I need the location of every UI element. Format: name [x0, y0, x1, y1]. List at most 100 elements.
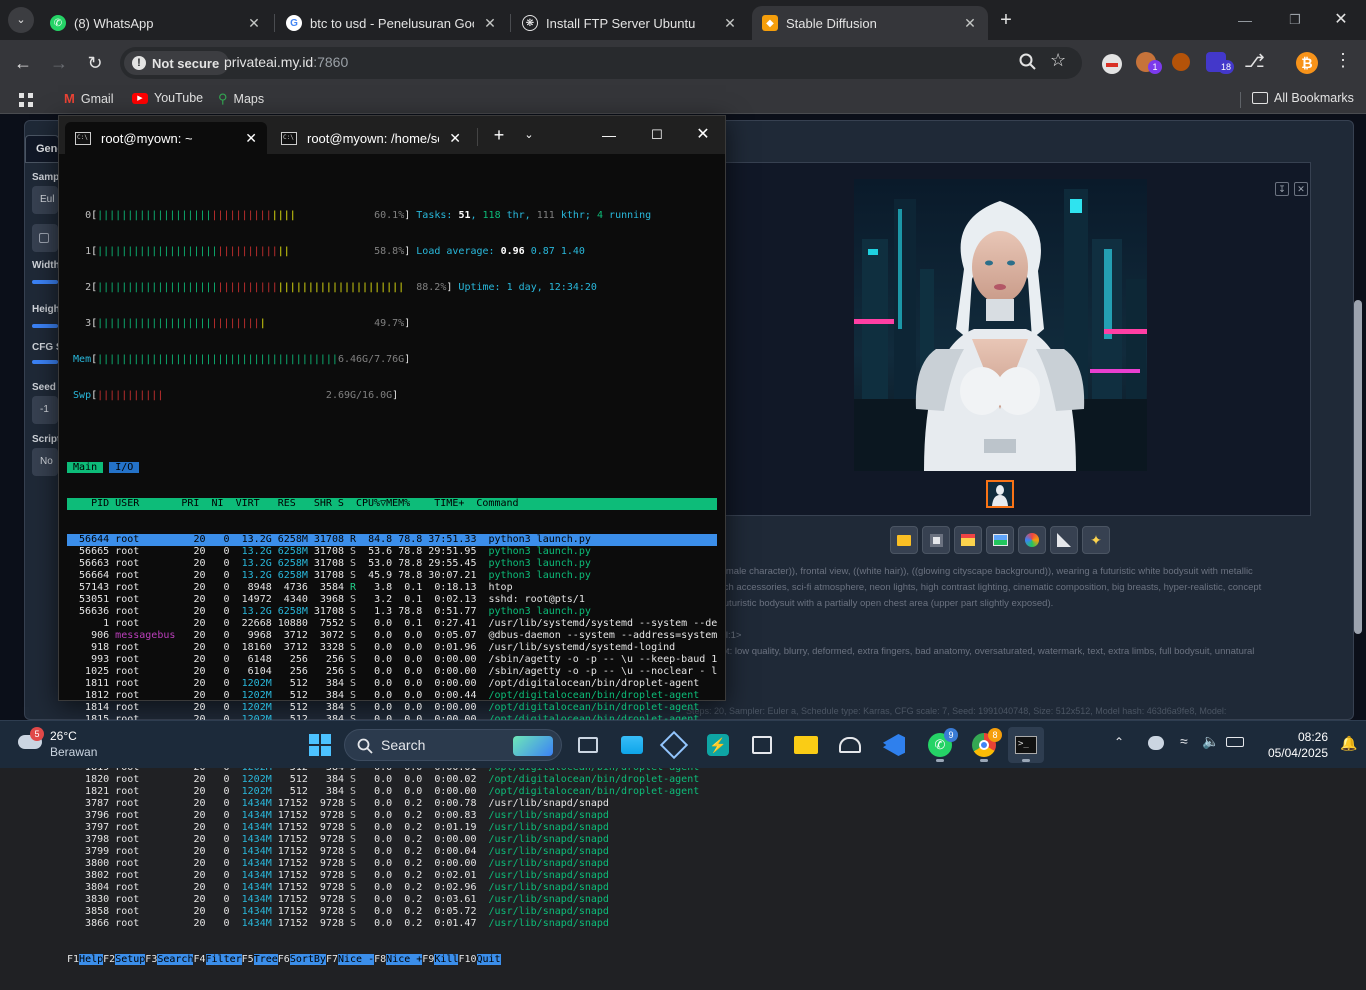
process-row[interactable]: 1812 root 20 0 1202M 512 384 S 0.0 0.0 0…: [67, 690, 717, 702]
tray-app-icon[interactable]: [1148, 736, 1164, 750]
process-row[interactable]: 3830 root 20 0 1434M 17152 9728 S 0.0 0.…: [67, 894, 717, 906]
generation-tab[interactable]: Gene: [25, 135, 64, 163]
apps-grid-icon[interactable]: [18, 92, 34, 108]
save-button[interactable]: [922, 526, 950, 554]
function-key[interactable]: F5: [242, 954, 254, 965]
send-to-extras-button[interactable]: [1050, 526, 1078, 554]
process-row[interactable]: 56663 root 20 0 13.2G 6258M 31708 S 53.0…: [67, 558, 717, 570]
process-row[interactable]: 1820 root 20 0 1202M 512 384 S 0.0 0.0 0…: [67, 774, 717, 786]
forward-arrow-icon[interactable]: →: [46, 50, 72, 76]
send-to-img2img-button[interactable]: [986, 526, 1014, 554]
terminal-maximize-button[interactable]: ☐: [645, 124, 669, 146]
function-key[interactable]: F2: [103, 954, 115, 965]
generated-image[interactable]: [854, 179, 1147, 471]
sampler-select[interactable]: Eul: [32, 186, 58, 214]
photos-app[interactable]: [614, 727, 650, 763]
new-tab-button[interactable]: +: [994, 8, 1018, 32]
function-key[interactable]: F10: [458, 954, 476, 965]
close-icon[interactable]: ✕: [246, 15, 262, 32]
task-view-button[interactable]: [570, 727, 606, 763]
close-icon[interactable]: ✕: [962, 15, 978, 32]
function-key[interactable]: F9: [422, 954, 434, 965]
terminal-app[interactable]: >_: [1008, 727, 1044, 763]
htop-tab-io[interactable]: I/O: [109, 462, 140, 473]
whatsapp-app[interactable]: ✆ 9: [922, 727, 958, 763]
extension-cookie2-icon[interactable]: [1172, 53, 1190, 71]
maximize-button[interactable]: ❐: [1280, 8, 1310, 32]
sparkle-button[interactable]: ✦: [1082, 526, 1110, 554]
process-row[interactable]: 3804 root 20 0 1434M 17152 9728 S 0.0 0.…: [67, 882, 717, 894]
notification-bell-icon[interactable]: 🔔: [1340, 735, 1357, 752]
back-arrow-icon[interactable]: ←: [10, 50, 36, 76]
browser-tab-google[interactable]: G btc to usd - Penelusuran Google ✕: [276, 6, 508, 40]
close-icon[interactable]: ✕: [449, 130, 461, 147]
bolt-app[interactable]: ⚡: [700, 727, 736, 763]
vscode-app[interactable]: [876, 727, 912, 763]
process-row[interactable]: 3802 root 20 0 1434M 17152 9728 S 0.0 0.…: [67, 870, 717, 882]
htop-output[interactable]: 0[||||||||||||||||||||||||||||||||| 60.1…: [67, 174, 717, 990]
close-icon[interactable]: ✕: [245, 130, 257, 147]
height-slider[interactable]: [32, 324, 58, 328]
new-terminal-tab-button[interactable]: +: [487, 124, 511, 146]
process-row[interactable]: 56665 root 20 0 13.2G 6258M 31708 S 53.6…: [67, 546, 717, 558]
open-folder-button[interactable]: [890, 526, 918, 554]
hires-checkbox[interactable]: [32, 224, 58, 252]
process-row[interactable]: 906 messagebus 20 0 9968 3712 3072 S 0.0…: [67, 630, 717, 642]
bookmark-maps[interactable]: ⚲ Maps: [218, 91, 264, 107]
process-row[interactable]: 3796 root 20 0 1434M 17152 9728 S 0.0 0.…: [67, 810, 717, 822]
battery-icon[interactable]: [1226, 737, 1244, 747]
network-app[interactable]: [744, 727, 780, 763]
address-bar[interactable]: ! Not secure privateai.my.id:7860 ☆: [120, 47, 1082, 79]
zoom-search-icon[interactable]: [1018, 52, 1038, 72]
zip-button[interactable]: [954, 526, 982, 554]
function-key[interactable]: F3: [145, 954, 157, 965]
terminal-close-button[interactable]: ✕: [691, 124, 715, 146]
bookmark-gmail[interactable]: M Gmail: [64, 91, 114, 106]
process-row[interactable]: 56644 root 20 0 13.2G 6258M 31708 R 84.8…: [67, 534, 717, 546]
virtualbox-app[interactable]: [656, 727, 692, 763]
close-window-button[interactable]: ✕: [1326, 8, 1356, 32]
process-row[interactable]: 3798 root 20 0 1434M 17152 9728 S 0.0 0.…: [67, 834, 717, 846]
browser-tab-stable-diffusion[interactable]: ◆ Stable Diffusion ✕: [752, 6, 988, 40]
process-row[interactable]: 56636 root 20 0 13.2G 6258M 31708 S 1.3 …: [67, 606, 717, 618]
process-row[interactable]: 57143 root 20 0 8948 4736 3584 R 3.8 0.1…: [67, 582, 717, 594]
process-table-header[interactable]: PID USER PRI NI VIRT RES SHR S CPU%▽MEM%…: [67, 498, 717, 510]
chrome-menu-icon[interactable]: ⋮: [1334, 50, 1352, 71]
chrome-app[interactable]: 8: [966, 727, 1002, 763]
script-select[interactable]: No: [32, 448, 58, 476]
start-button[interactable]: [302, 727, 338, 763]
minimize-button[interactable]: —: [1230, 8, 1260, 32]
cfg-scale-slider[interactable]: [32, 360, 58, 364]
extension-puzzle-badge-icon[interactable]: 18: [1206, 52, 1234, 74]
process-row[interactable]: 1821 root 20 0 1202M 512 384 S 0.0 0.0 0…: [67, 786, 717, 798]
process-row[interactable]: 56664 root 20 0 13.2G 6258M 31708 S 45.9…: [67, 570, 717, 582]
extension-cookie-icon[interactable]: 1: [1136, 52, 1162, 74]
clock[interactable]: 08:26 05/04/2025: [1256, 729, 1328, 761]
process-row[interactable]: 3858 root 20 0 1434M 17152 9728 S 0.0 0.…: [67, 906, 717, 918]
function-key[interactable]: F1: [67, 954, 79, 965]
tab-search-button[interactable]: ⌄: [8, 7, 34, 33]
process-row[interactable]: 1811 root 20 0 1202M 512 384 S 0.0 0.0 0…: [67, 678, 717, 690]
process-row[interactable]: 918 root 20 0 18160 3712 3328 S 0.0 0.0 …: [67, 642, 717, 654]
process-row[interactable]: 3787 root 20 0 1434M 17152 9728 S 0.0 0.…: [67, 798, 717, 810]
extensions-puzzle-icon[interactable]: ⎇: [1244, 51, 1265, 72]
process-row[interactable]: 3799 root 20 0 1434M 17152 9728 S 0.0 0.…: [67, 846, 717, 858]
function-key[interactable]: F7: [326, 954, 338, 965]
process-row[interactable]: 53051 root 20 0 14972 4340 3968 S 3.2 0.…: [67, 594, 717, 606]
all-bookmarks-button[interactable]: All Bookmarks: [1252, 91, 1354, 105]
wifi-icon[interactable]: ≈: [1180, 733, 1188, 749]
vpn-app[interactable]: [832, 727, 868, 763]
gallery-thumbnail[interactable]: [986, 480, 1014, 508]
process-row[interactable]: 993 root 20 0 6148 256 256 S 0.0 0.0 0:0…: [67, 654, 717, 666]
terminal-tab-home[interactable]: C:\ root@myown: ~ ✕: [65, 122, 267, 154]
function-key[interactable]: F8: [374, 954, 386, 965]
browser-tab-ftp[interactable]: ❋ Install FTP Server Ubuntu ✕: [512, 6, 748, 40]
page-scrollbar-thumb[interactable]: [1354, 300, 1362, 634]
function-key[interactable]: F4: [193, 954, 205, 965]
process-row[interactable]: 1 root 20 0 22668 10880 7552 S 0.0 0.1 0…: [67, 618, 717, 630]
weather-widget[interactable]: 5 26°C Berawan: [14, 727, 124, 763]
seed-input[interactable]: -1: [32, 396, 58, 424]
taskbar-search-box[interactable]: Search: [344, 729, 562, 761]
function-key[interactable]: F6: [278, 954, 290, 965]
terminal-tab-sc[interactable]: C:\ root@myown: /home/sc ✕: [271, 122, 471, 154]
